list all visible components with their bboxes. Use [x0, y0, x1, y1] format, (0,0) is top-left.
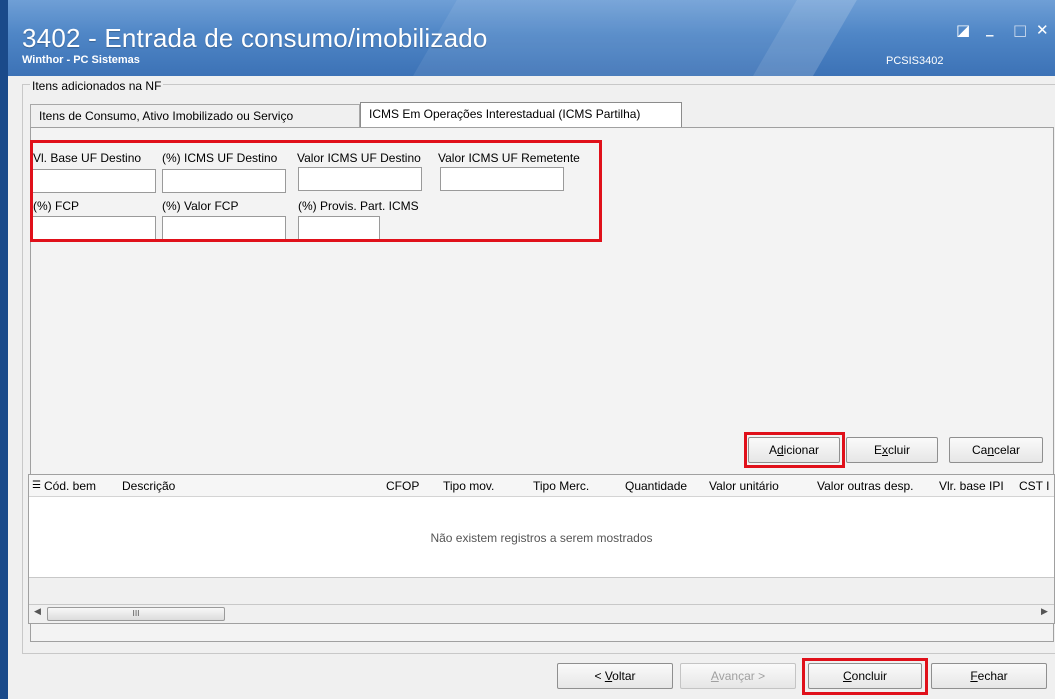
empty-message: Não existem registros a serem mostrados — [430, 531, 653, 545]
col-vlr-base-ipi[interactable]: Vlr. base IPI — [939, 479, 1004, 493]
scroll-thumb[interactable]: III — [47, 607, 225, 621]
column-chooser-icon[interactable]: ☰ — [32, 480, 41, 491]
provis-part-icms-label: (%) Provis. Part. ICMS — [298, 199, 419, 213]
fcp-label: (%) FCP — [33, 199, 79, 213]
group-label: Itens adicionados na NF — [30, 79, 164, 93]
col-cod-bem[interactable]: Cód. bem — [44, 479, 96, 493]
minimize-icon[interactable]: _ — [986, 20, 994, 36]
valor-icms-uf-remetente-label: Valor ICMS UF Remetente — [438, 151, 580, 165]
window-subtitle: Winthor - PC Sistemas — [22, 54, 140, 66]
tab-itens-consumo[interactable]: Itens de Consumo, Ativo Imobilizado ou S… — [30, 104, 360, 127]
icms-uf-destino-label: (%) ICMS UF Destino — [162, 151, 278, 165]
title-bar[interactable]: 3402 - Entrada de consumo/imobilizado Wi… — [8, 0, 1055, 76]
tab-icms-partilha[interactable]: ICMS Em Operações Interestadual (ICMS Pa… — [360, 102, 682, 127]
valor-icms-uf-destino-input[interactable] — [298, 167, 422, 191]
close-icon[interactable]: ✕ — [1036, 22, 1049, 38]
cancelar-button[interactable]: Cancelar — [949, 437, 1043, 463]
window-title: 3402 - Entrada de consumo/imobilizado — [22, 23, 488, 53]
grid-summary-row — [29, 577, 1054, 605]
valor-icms-uf-destino-label: Valor ICMS UF Destino — [297, 151, 421, 165]
col-cst[interactable]: CST I — [1019, 479, 1054, 493]
col-valor-unitario[interactable]: Valor unitário — [709, 479, 779, 493]
icms-uf-destino-input[interactable] — [162, 169, 286, 193]
program-code: PCSIS3402 — [886, 55, 944, 67]
app-window: 3402 - Entrada de consumo/imobilizado Wi… — [0, 0, 1055, 699]
maximize-icon[interactable]: □ — [1013, 22, 1027, 38]
voltar-button[interactable]: < Voltar — [557, 663, 673, 689]
excluir-button[interactable]: Excluir — [846, 437, 938, 463]
adicionar-button[interactable]: Adicionar — [748, 437, 840, 463]
horizontal-scrollbar[interactable]: ◀ III ▶ — [29, 605, 1054, 623]
items-grid: ☰ Cód. bem Descrição CFOP Tipo mov. Tipo… — [28, 474, 1055, 624]
valor-fcp-label: (%) Valor FCP — [162, 199, 239, 213]
provis-part-icms-input[interactable] — [298, 216, 380, 240]
scroll-left-icon[interactable]: ◀ — [34, 607, 41, 617]
valor-icms-uf-remetente-input[interactable] — [440, 167, 564, 191]
concluir-button[interactable]: Concluir — [808, 663, 922, 689]
scroll-right-icon[interactable]: ▶ — [1041, 607, 1048, 617]
grid-header: ☰ Cód. bem Descrição CFOP Tipo mov. Tipo… — [29, 475, 1054, 497]
col-descricao[interactable]: Descrição — [122, 479, 175, 493]
col-tipo-mov[interactable]: Tipo mov. — [443, 479, 494, 493]
vl-base-uf-destino-input[interactable] — [32, 169, 156, 193]
fcp-input[interactable] — [32, 216, 156, 240]
fechar-button[interactable]: Fechar — [931, 663, 1047, 689]
client-area: Itens adicionados na NF Itens de Consumo… — [8, 76, 1055, 699]
avancar-button[interactable]: Avançar > — [680, 663, 796, 689]
col-valor-outras-desp[interactable]: Valor outras desp. — [817, 479, 914, 493]
restore-icon[interactable]: ◪ — [956, 22, 970, 38]
valor-fcp-input[interactable] — [162, 216, 286, 240]
vl-base-uf-destino-label: Vl. Base UF Destino — [33, 151, 142, 165]
col-quantidade[interactable]: Quantidade — [625, 479, 687, 493]
col-cfop[interactable]: CFOP — [386, 479, 419, 493]
col-tipo-merc[interactable]: Tipo Merc. — [533, 479, 589, 493]
